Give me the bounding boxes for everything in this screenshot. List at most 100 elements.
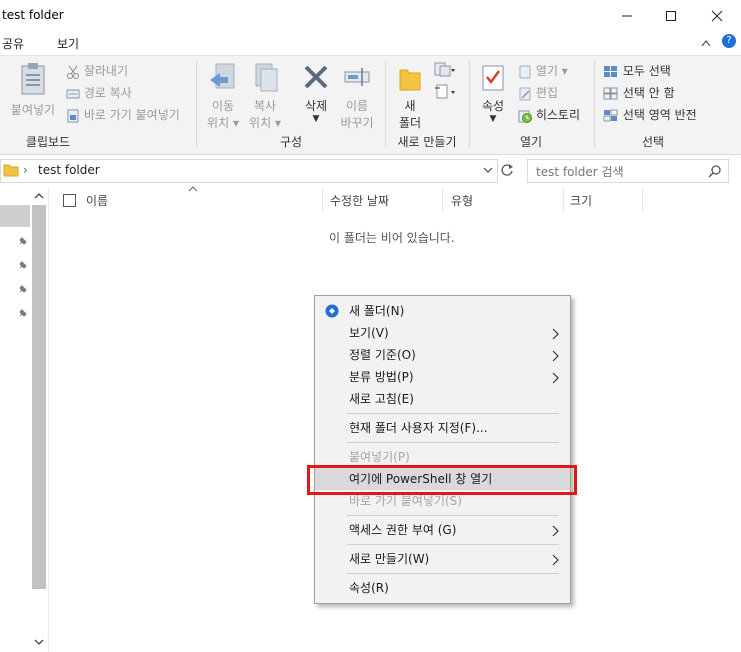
menu-sort-by[interactable]: 정렬 기준(O) xyxy=(315,344,570,366)
copy-path-icon xyxy=(66,89,80,98)
breadcrumb-current[interactable]: test folder xyxy=(38,163,100,177)
cut-label: 잘라내기 xyxy=(83,64,128,78)
properties-dropdown-icon[interactable]: ▼ xyxy=(476,114,510,124)
menu-refresh[interactable]: 새로 고침(E) xyxy=(315,388,570,410)
group-divider xyxy=(385,60,386,148)
copy-path-button[interactable]: 경로 복사 xyxy=(66,84,132,101)
nav-scrollbar[interactable] xyxy=(32,205,46,589)
column-divider[interactable] xyxy=(442,188,443,212)
invert-selection-icon xyxy=(603,109,618,121)
chevron-down-icon[interactable] xyxy=(483,166,493,174)
context-menu: 새 폴더(N) 보기(V) 정렬 기준(O) 분류 방법(P) 새로 고침(E)… xyxy=(314,295,571,604)
properties-label: 속성 xyxy=(481,99,505,113)
delete-label: 삭제 xyxy=(304,99,328,113)
easy-access-icon xyxy=(435,84,455,99)
address-bar[interactable]: › test folder xyxy=(0,159,498,183)
menu-properties[interactable]: 속성(R) xyxy=(315,577,570,599)
search-input[interactable]: test folder 검색 xyxy=(527,159,729,183)
nav-selected-item[interactable] xyxy=(0,205,30,227)
move-to-label-1: 이동 xyxy=(211,99,235,113)
group-divider xyxy=(469,60,470,148)
menu-give-access[interactable]: 액세스 권한 부여 (G) xyxy=(315,519,570,541)
paste-button[interactable]: 붙여넣기 xyxy=(10,62,56,118)
select-all-checkbox[interactable] xyxy=(63,194,76,207)
column-divider[interactable] xyxy=(563,188,564,212)
copy-to-label-2: 위치 ▾ xyxy=(249,116,281,130)
menu-view[interactable]: 보기(V) xyxy=(315,322,570,344)
delete-button[interactable]: 삭제 ▼ xyxy=(298,62,334,124)
invert-selection-button[interactable]: 선택 영역 반전 xyxy=(603,106,697,123)
menu-separator xyxy=(347,413,559,414)
empty-folder-message: 이 폴더는 비어 있습니다. xyxy=(329,231,455,245)
pin-icon[interactable] xyxy=(17,259,29,271)
select-group-label: 선택 xyxy=(641,135,665,149)
paste-shortcut-button[interactable]: 바로 가기 붙여넣기 xyxy=(66,106,180,123)
properties-button[interactable]: 속성 ▼ xyxy=(476,62,510,124)
open-button[interactable]: 열기 ▾ xyxy=(518,62,568,79)
select-none-label: 선택 안 함 xyxy=(622,86,675,100)
column-name[interactable]: 이름 xyxy=(86,192,108,209)
tab-view[interactable]: 보기 xyxy=(57,35,79,52)
delete-icon xyxy=(304,65,328,89)
new-folder-icon xyxy=(399,69,421,91)
search-placeholder: test folder 검색 xyxy=(536,165,624,179)
rename-button[interactable]: 이름 바꾸기 xyxy=(337,62,377,131)
folder-icon xyxy=(3,164,19,177)
help-button[interactable]: ? xyxy=(722,34,736,48)
edit-button[interactable]: 편집 xyxy=(518,84,558,101)
scroll-up-icon[interactable] xyxy=(34,192,44,200)
new-group-label: 새로 만들기 xyxy=(397,135,457,149)
history-button[interactable]: 히스토리 xyxy=(518,106,580,123)
easy-access-button[interactable] xyxy=(434,84,456,103)
move-to-button[interactable]: 이동 위치 ▾ xyxy=(204,62,242,131)
close-button[interactable] xyxy=(694,0,740,31)
scroll-down-icon[interactable] xyxy=(34,638,44,646)
maximize-button[interactable] xyxy=(648,0,694,31)
tab-share[interactable]: 공유 xyxy=(2,35,24,52)
new-folder-label-1: 새 xyxy=(404,99,416,113)
title-bar: test folder xyxy=(0,0,741,31)
open-label: 열기 xyxy=(535,64,558,78)
select-all-label: 모두 선택 xyxy=(622,64,671,78)
scissors-icon xyxy=(67,65,79,79)
copy-to-button[interactable]: 복사 위치 ▾ xyxy=(246,62,284,131)
clipboard-group-label: 클립보드 xyxy=(25,135,71,149)
paste-label: 붙여넣기 xyxy=(10,103,56,117)
copy-to-label-1: 복사 xyxy=(253,99,277,113)
collapse-ribbon-icon[interactable] xyxy=(700,38,712,48)
menu-customize-folder[interactable]: 현재 폴더 사용자 지정(F)... xyxy=(315,417,570,439)
minimize-icon xyxy=(622,15,632,16)
copy-to-icon xyxy=(255,63,278,92)
cut-button[interactable]: 잘라내기 xyxy=(66,62,128,79)
highlight-box xyxy=(307,465,577,495)
rename-label-2: 바꾸기 xyxy=(340,116,374,130)
select-all-icon xyxy=(604,65,617,77)
open-group-label: 열기 xyxy=(519,135,543,149)
sort-ascending-icon xyxy=(188,186,198,192)
breadcrumb-separator-icon[interactable]: › xyxy=(23,163,28,177)
pin-icon[interactable] xyxy=(17,235,29,247)
new-item-button[interactable] xyxy=(434,62,456,81)
new-folder-shield-icon xyxy=(325,304,339,318)
menu-new-folder[interactable]: 새 폴더(N) xyxy=(315,300,570,322)
clipboard-icon xyxy=(21,63,45,95)
select-all-button[interactable]: 모두 선택 xyxy=(603,62,671,79)
open-icon xyxy=(519,65,531,78)
delete-dropdown-icon[interactable]: ▼ xyxy=(298,114,334,124)
column-date[interactable]: 수정한 날짜 xyxy=(330,192,389,209)
minimize-button[interactable] xyxy=(604,0,650,31)
menu-group-by[interactable]: 분류 방법(P) xyxy=(315,366,570,388)
select-none-button[interactable]: 선택 안 함 xyxy=(603,84,675,101)
edit-icon xyxy=(519,87,531,100)
pin-icon[interactable] xyxy=(17,283,29,295)
column-divider[interactable] xyxy=(322,188,323,212)
submenu-arrow-icon xyxy=(552,350,559,362)
refresh-icon[interactable] xyxy=(499,162,515,178)
menu-new[interactable]: 새로 만들기(W) xyxy=(315,548,570,570)
paste-shortcut-label: 바로 가기 붙여넣기 xyxy=(83,108,180,122)
column-size[interactable]: 크기 xyxy=(570,192,592,209)
column-type[interactable]: 유형 xyxy=(451,192,473,209)
column-divider[interactable] xyxy=(642,188,643,212)
new-folder-button[interactable]: 새 폴더 xyxy=(394,62,426,131)
pin-icon[interactable] xyxy=(17,307,29,319)
